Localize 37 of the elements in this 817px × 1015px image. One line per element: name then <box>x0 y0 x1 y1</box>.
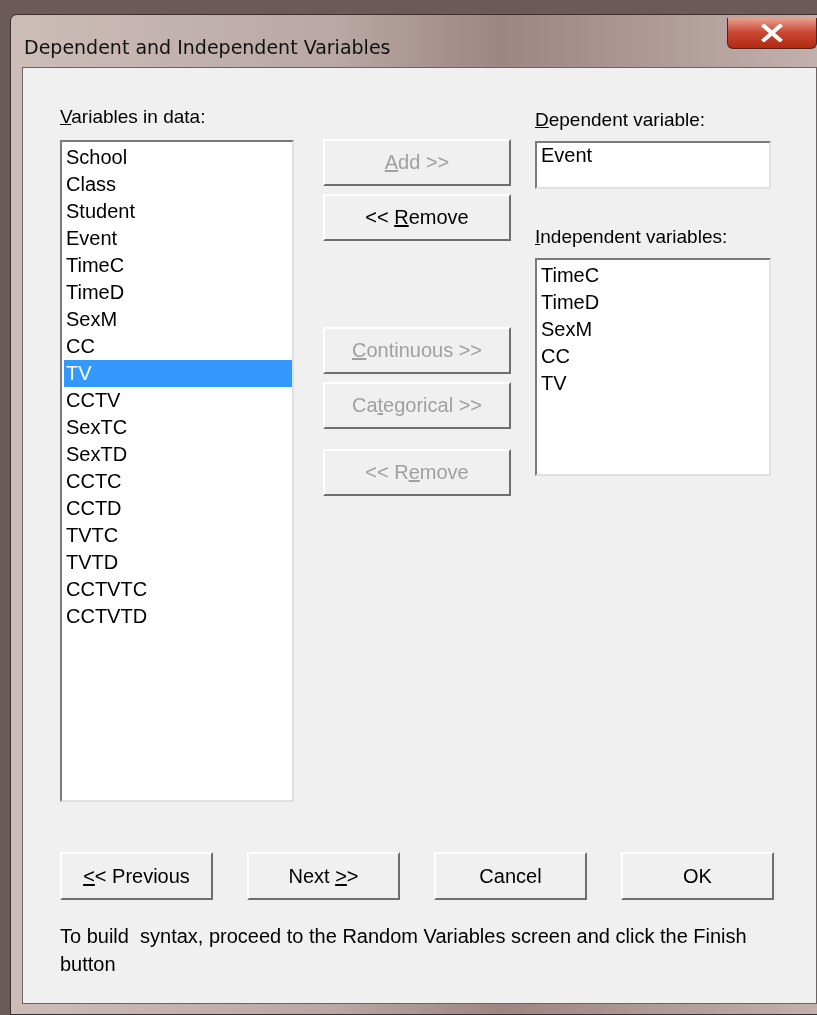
instruction-text: To build syntax, proceed to the Random Variables screen and click the Finish button <box>60 924 748 977</box>
list-item[interactable]: TimeC <box>539 262 769 289</box>
list-item[interactable]: SexM <box>539 316 769 343</box>
list-item[interactable]: TV <box>539 370 769 397</box>
list-item[interactable]: SexM <box>64 306 292 333</box>
list-item[interactable]: Student <box>64 198 292 225</box>
list-item[interactable]: TimeD <box>64 279 292 306</box>
list-item[interactable]: School <box>64 144 292 171</box>
list-item[interactable]: TimeC <box>64 252 292 279</box>
next-button[interactable]: Next >> <box>247 852 400 900</box>
list-item[interactable]: Event <box>64 225 292 252</box>
list-item[interactable]: CC <box>539 343 769 370</box>
variables-label: Variables in data: <box>60 106 207 128</box>
list-item[interactable]: CCTVTD <box>64 603 292 630</box>
list-item[interactable]: CCTC <box>64 468 292 495</box>
list-item[interactable]: TVTC <box>64 522 292 549</box>
remove-button[interactable]: << Remove <box>323 194 511 241</box>
cancel-button[interactable]: Cancel <box>434 852 587 900</box>
list-item[interactable]: SexTD <box>64 441 292 468</box>
close-icon <box>761 24 783 42</box>
window-title: Dependent and Independent Variables <box>23 35 391 58</box>
list-item[interactable]: CCTV <box>64 387 292 414</box>
independent-variables-label: Independent variables: <box>535 226 729 248</box>
ok-button[interactable]: OK <box>621 852 774 900</box>
list-item[interactable]: CC <box>64 333 292 360</box>
list-item[interactable]: TVTD <box>64 549 292 576</box>
previous-button[interactable]: << Previous <box>60 852 213 900</box>
list-item[interactable]: Class <box>64 171 292 198</box>
dependent-variable-label: Dependent variable: <box>535 109 707 131</box>
list-item[interactable]: CCTD <box>64 495 292 522</box>
independent-variables-list[interactable]: TimeC TimeD SexM CC TV <box>535 258 771 476</box>
dependent-variable-field[interactable]: Event <box>535 141 771 189</box>
close-button[interactable] <box>727 18 817 49</box>
variables-list[interactable]: School Class Student Event TimeC TimeD SexM CC TV CCTV SexTC SexTD CCTC CCTD TVTC TVTD CCTVTC CCTVTD <box>60 140 294 802</box>
list-item[interactable]: SexTC <box>64 414 292 441</box>
list-item[interactable]: TimeD <box>539 289 769 316</box>
list-item[interactable]: CCTVTC <box>64 576 292 603</box>
